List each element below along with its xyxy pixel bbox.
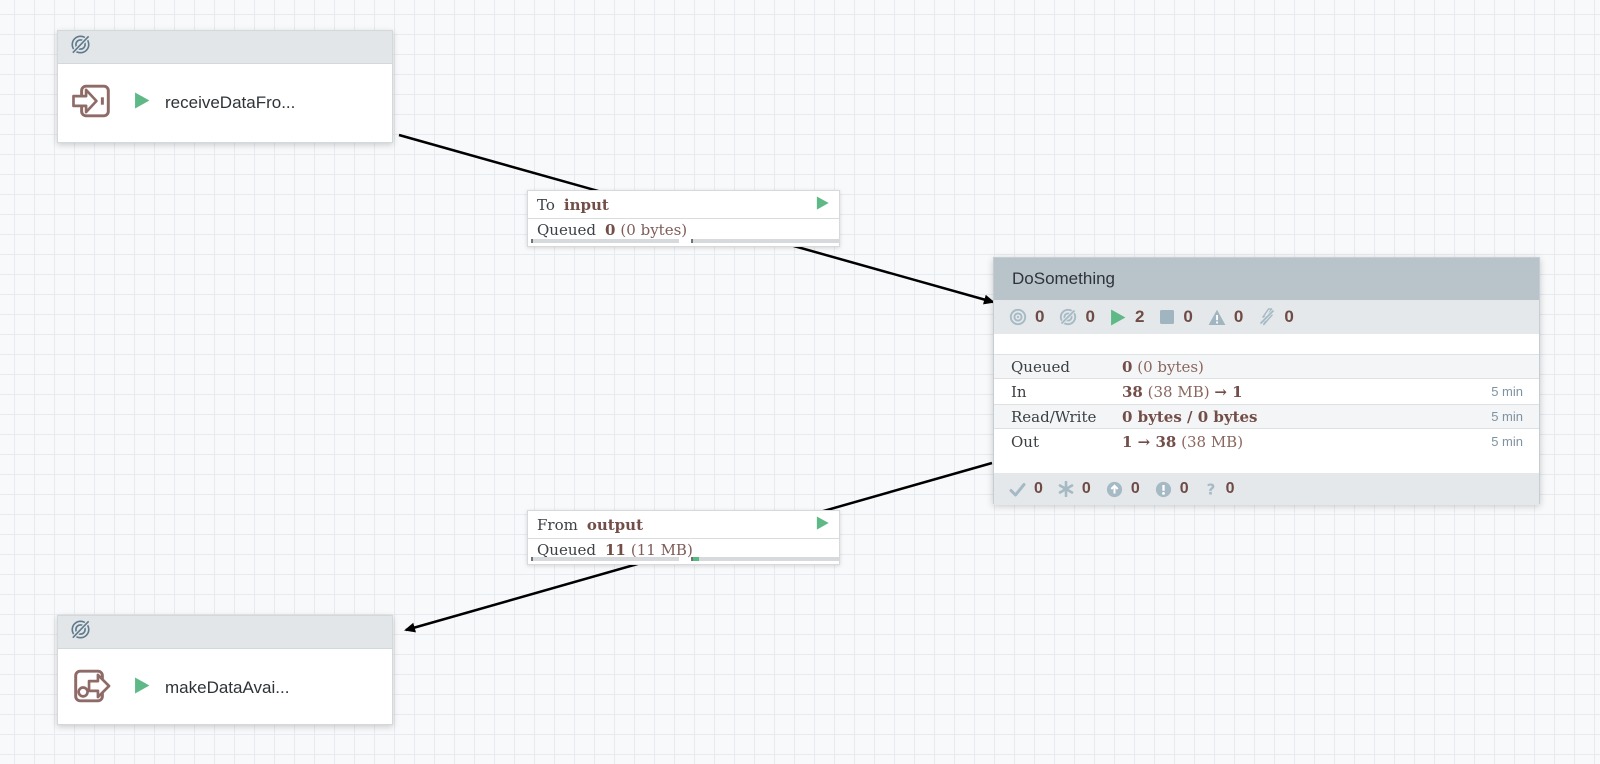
disabled-icon <box>1258 308 1276 326</box>
process-group-title-bar: DoSomething <box>994 258 1539 300</box>
backpressure-size-bar <box>691 239 839 243</box>
invalid-count: 0 <box>1234 307 1243 327</box>
stat-time-window: 5 min <box>1469 409 1539 424</box>
stat-row-readwrite: Read/Write 0 bytes / 0 bytes 5 min <box>994 404 1539 429</box>
locally-modified-count: 0 <box>1082 480 1091 498</box>
backpressure-bars <box>528 557 839 562</box>
up-to-date-count: 0 <box>1034 480 1043 498</box>
backpressure-size-bar <box>691 557 839 561</box>
not-transmitting-count: 0 <box>1085 307 1094 327</box>
stat-row-queued: Queued 0 (0 bytes) <box>994 354 1539 379</box>
not-transmitting-icon <box>1059 308 1077 326</box>
process-group-node[interactable]: DoSomething 0 0 <box>993 257 1540 504</box>
running-icon <box>1110 309 1127 326</box>
stat-time-window: 5 min <box>1469 434 1539 449</box>
queued-label: Queued <box>537 541 596 559</box>
running-icon <box>134 677 151 699</box>
stat-label: Out <box>994 433 1122 451</box>
input-port-node[interactable]: receiveDataFro... <box>57 30 393 143</box>
output-port-body: makeDataAvai... <box>58 649 392 727</box>
connection-direction-label: From <box>537 516 578 534</box>
disabled-count: 0 <box>1284 307 1293 327</box>
svg-text:?: ? <box>1206 481 1215 498</box>
invalid-icon <box>1208 309 1226 326</box>
connection-header: From output <box>528 511 839 539</box>
process-group-version-row: 0 0 0 <box>994 473 1539 505</box>
process-group-title: DoSomething <box>1012 269 1115 289</box>
transmission-disabled-icon <box>69 618 92 646</box>
sync-failure-count: 0 <box>1226 480 1235 498</box>
stat-label: Queued <box>994 358 1122 376</box>
backpressure-object-bar <box>531 557 679 561</box>
output-port-node[interactable]: makeDataAvai... <box>57 615 393 725</box>
connection-header: To input <box>528 191 839 219</box>
port-name: makeDataAvai... <box>165 678 289 698</box>
running-icon <box>816 196 830 214</box>
stat-label: In <box>994 383 1122 401</box>
transmitting-count: 0 <box>1035 307 1044 327</box>
backpressure-object-bar <box>531 239 679 243</box>
running-count: 2 <box>1135 307 1144 327</box>
stat-value: 0 (0 bytes) <box>1122 358 1469 376</box>
backpressure-bars <box>528 239 839 244</box>
stat-label: Read/Write <box>994 408 1122 426</box>
stat-value: 0 bytes / 0 bytes <box>1122 408 1469 426</box>
connection-direction-label: To <box>537 196 555 214</box>
stale-count: 0 <box>1131 480 1140 498</box>
stale-icon <box>1106 481 1123 498</box>
input-port-body: receiveDataFro... <box>58 64 392 142</box>
input-port-icon <box>72 79 112 128</box>
stat-row-in: In 38 (38 MB) → 1 5 min <box>994 379 1539 404</box>
process-group-stats: Queued 0 (0 bytes) In 38 (38 MB) → 1 5 m… <box>994 354 1539 454</box>
running-icon <box>134 92 151 114</box>
connection-port-name: output <box>587 516 643 534</box>
connection-queued-row: Queued 0 (0 bytes) <box>528 219 839 240</box>
stat-value: 1 → 38 (38 MB) <box>1122 433 1469 451</box>
queued-size: (11 MB) <box>631 541 693 559</box>
stat-time-window: 5 min <box>1469 384 1539 399</box>
process-group-status-row: 0 0 2 0 <box>994 300 1539 334</box>
running-icon <box>816 516 830 534</box>
connection-label-from-output[interactable]: From output Queued 11 (11 MB) <box>527 510 840 565</box>
queued-size: (0 bytes) <box>620 221 687 239</box>
queued-count: 0 <box>605 221 615 239</box>
output-port-icon <box>72 664 112 713</box>
stopped-icon <box>1159 309 1175 325</box>
transmitting-icon <box>1009 308 1027 326</box>
queued-count: 11 <box>605 541 626 559</box>
queued-label: Queued <box>537 221 596 239</box>
locally-modified-icon <box>1058 481 1074 497</box>
connection-port-name: input <box>564 196 609 214</box>
stat-value: 38 (38 MB) → 1 <box>1122 383 1469 401</box>
stopped-count: 0 <box>1183 307 1192 327</box>
input-port-header <box>58 31 392 64</box>
connection-label-to-input[interactable]: To input Queued 0 (0 bytes) <box>527 190 840 247</box>
locally-modified-and-stale-count: 0 <box>1180 480 1189 498</box>
transmission-disabled-icon <box>69 33 92 61</box>
flow-canvas[interactable]: receiveDataFro... To input Queued 0 (0 b… <box>0 0 1600 764</box>
locally-modified-and-stale-icon <box>1155 481 1172 498</box>
port-name: receiveDataFro... <box>165 93 295 113</box>
sync-failure-icon: ? <box>1204 481 1218 498</box>
output-port-header <box>58 616 392 649</box>
stat-row-out: Out 1 → 38 (38 MB) 5 min <box>994 429 1539 454</box>
up-to-date-icon <box>1009 481 1026 498</box>
